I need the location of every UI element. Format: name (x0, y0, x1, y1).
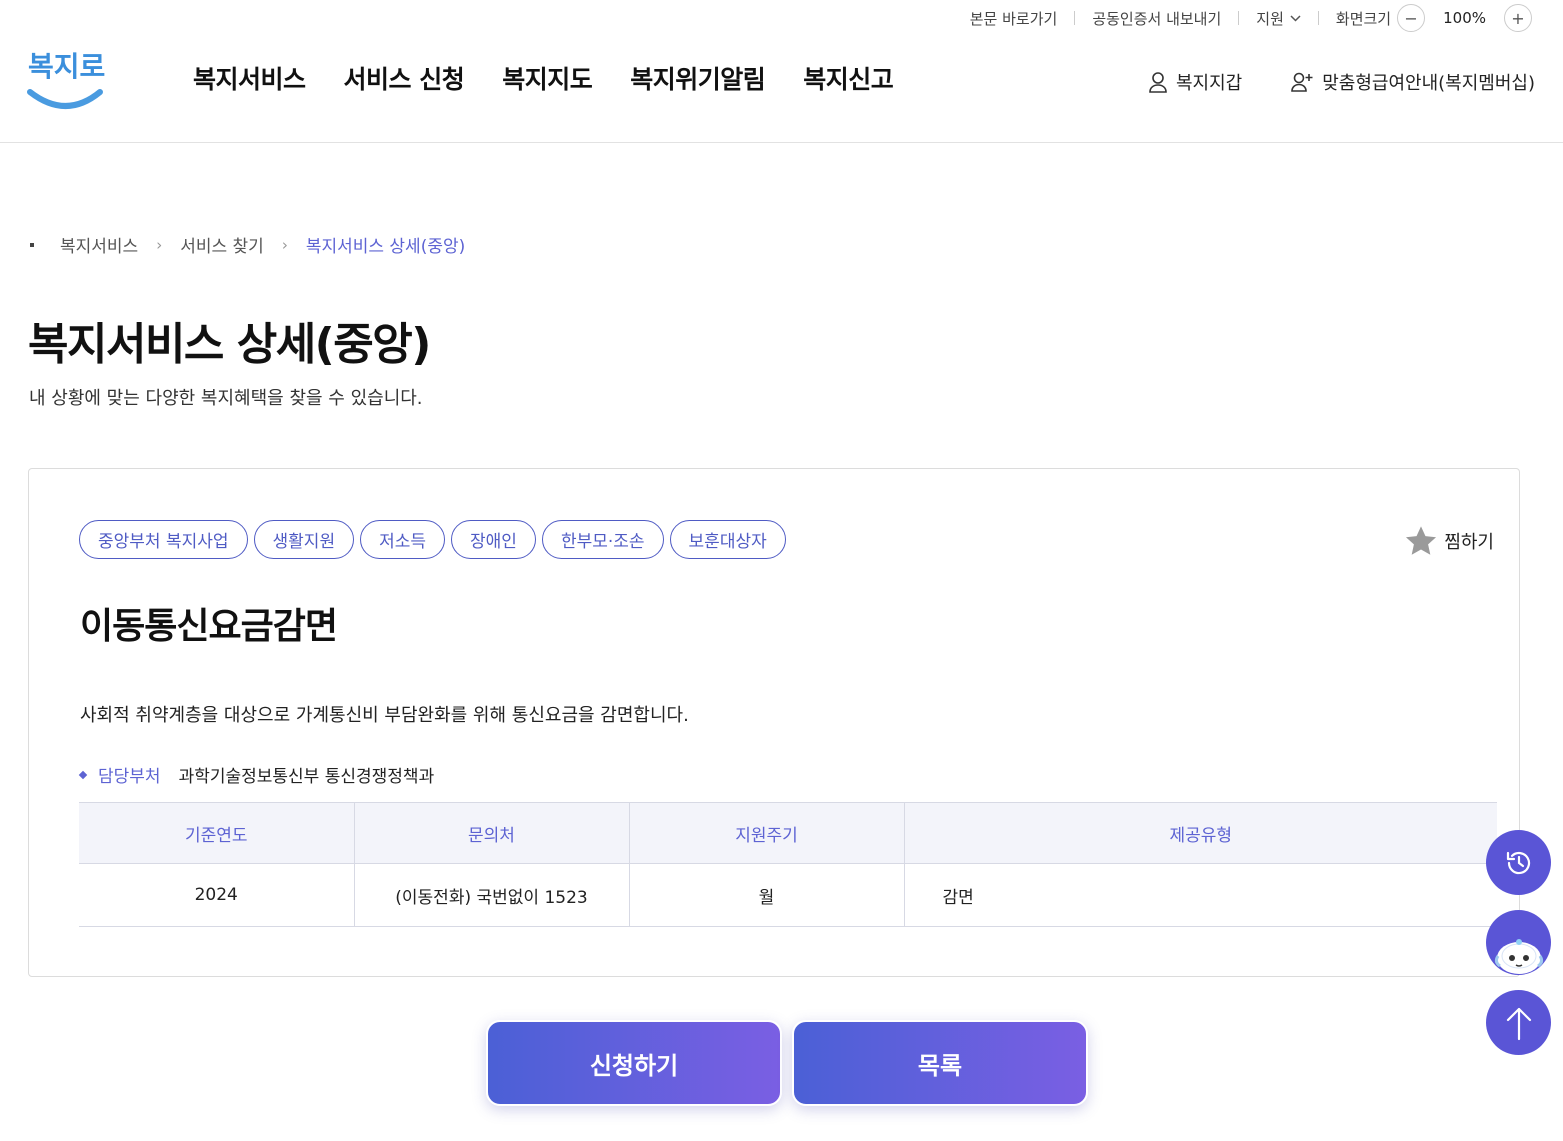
service-info-table: 기준연도 문의처 지원주기 제공유형 2024 (이동전화) 국번없이 1523… (79, 802, 1497, 927)
header-user-links: 복지지갑 맞춤형급여안내(복지멤버십) (1148, 69, 1535, 95)
scroll-top-button[interactable] (1486, 990, 1551, 1055)
th-support-cycle: 지원주기 (629, 802, 905, 864)
membership-label: 맞춤형급여안내(복지멤버십) (1322, 73, 1535, 94)
th-provision-type: 제공유형 (904, 802, 1497, 864)
membership-link[interactable]: 맞춤형급여안내(복지멤버십) (1290, 69, 1535, 95)
user-add-icon (1291, 72, 1313, 92)
site-logo[interactable]: 복지로 (26, 42, 106, 112)
page-title: 복지서비스 상세(중앙) (28, 319, 431, 370)
screen-size-control: 화면크기 − 100% + (1319, 4, 1549, 32)
region-label: 지원 (1256, 9, 1284, 28)
skip-to-content-link[interactable]: 본문 바로가기 (953, 8, 1075, 29)
svg-text:복지로: 복지로 (28, 50, 105, 83)
main-nav: 복지서비스 서비스 신청 복지지도 복지위기알림 복지신고 (193, 60, 894, 96)
service-tags: 중앙부처 복지사업 생활지원 저소득 장애인 한부모·조손 보훈대상자 (79, 520, 786, 559)
utility-bar: 본문 바로가기 공동인증서 내보내기 지원 화면크기 − 100% + (953, 0, 1549, 36)
tag-single-parent[interactable]: 한부모·조손 (541, 520, 664, 559)
bokjiro-logo-icon: 복지로 (27, 50, 105, 109)
favorite-label: 찜하기 (1444, 532, 1494, 553)
chevron-right-icon: › (281, 235, 288, 254)
welfare-wallet-label: 복지지갑 (1175, 73, 1243, 94)
tag-low-income[interactable]: 저소득 (360, 520, 446, 559)
td-support-cycle: 월 (629, 863, 905, 927)
nav-welfare-report[interactable]: 복지신고 (803, 60, 894, 96)
zoom-value: 100% (1443, 9, 1486, 27)
tag-disabled[interactable]: 장애인 (451, 520, 536, 559)
department-value: 과학기술정보통신부 통신경쟁정책과 (178, 767, 435, 787)
table-row: 2024 (이동전화) 국번없이 1523 월 감면 (79, 863, 1497, 927)
chatbot-button[interactable] (1486, 910, 1551, 975)
favorite-button[interactable]: 찜하기 (1404, 525, 1494, 557)
service-description: 사회적 취약계층을 대상으로 가계통신비 부담완화를 위해 통신요금을 감면합니… (80, 705, 689, 726)
zoom-out-button[interactable]: − (1397, 4, 1426, 32)
diamond-bullet-icon (78, 770, 88, 779)
star-icon (1406, 526, 1437, 555)
th-contact: 문의처 (354, 802, 630, 864)
table-header-row: 기준연도 문의처 지원주기 제공유형 (79, 802, 1497, 864)
user-icon (1149, 72, 1167, 93)
tag-living-support[interactable]: 생활지원 (253, 520, 355, 559)
list-button[interactable]: 목록 (792, 1020, 1088, 1106)
tag-central-ministry[interactable]: 중앙부처 복지사업 (79, 520, 248, 559)
zoom-in-button[interactable]: + (1504, 4, 1532, 32)
department-info: 담당부처 과학기술정보통신부 통신경쟁정책과 (78, 762, 435, 787)
arrow-up-icon (1506, 1007, 1531, 1040)
service-title: 이동통신요금감면 (80, 606, 338, 647)
welfare-wallet-link[interactable]: 복지지갑 (1148, 69, 1242, 95)
history-icon (1506, 851, 1530, 874)
td-base-year: 2024 (79, 863, 355, 927)
th-base-year: 기준연도 (79, 802, 355, 864)
recent-history-button[interactable] (1486, 830, 1551, 895)
chatbot-mascot-icon (1494, 939, 1544, 974)
department-label: 담당부처 (98, 767, 161, 787)
page-description: 내 상황에 맞는 다양한 복지혜택을 찾을 수 있습니다. (29, 388, 423, 409)
site-header: 복지로 복지서비스 서비스 신청 복지지도 복지위기알림 복지신고 복지지갑 맞… (0, 36, 1563, 143)
nav-crisis-alert[interactable]: 복지위기알림 (630, 60, 766, 96)
action-buttons: 신청하기 목록 (486, 1020, 1088, 1106)
nav-service-apply[interactable]: 서비스 신청 (344, 60, 465, 96)
home-bullet-icon (30, 242, 34, 247)
tag-veterans[interactable]: 보훈대상자 (669, 520, 786, 559)
nav-welfare-map[interactable]: 복지지도 (502, 60, 593, 96)
td-provision-type: 감면 (904, 863, 1497, 927)
breadcrumb-service-search[interactable]: 서비스 찾기 (180, 232, 264, 257)
region-dropdown[interactable]: 지원 (1239, 8, 1318, 29)
chevron-right-icon: › (156, 235, 163, 254)
chevron-down-icon (1290, 14, 1301, 22)
breadcrumb-current: 복지서비스 상세(중앙) (305, 237, 466, 257)
apply-button[interactable]: 신청하기 (486, 1020, 782, 1106)
nav-welfare-service[interactable]: 복지서비스 (193, 60, 306, 96)
breadcrumb-welfare-service[interactable]: 복지서비스 (60, 232, 138, 257)
breadcrumb: 복지서비스 › 서비스 찾기 › 복지서비스 상세(중앙) (30, 232, 465, 257)
cert-export-link[interactable]: 공동인증서 내보내기 (1075, 8, 1238, 29)
td-contact: (이동전화) 국번없이 1523 (354, 863, 630, 927)
screen-size-label: 화면크기 (1335, 9, 1392, 28)
service-detail-card: 중앙부처 복지사업 생활지원 저소득 장애인 한부모·조손 보훈대상자 찜하기 … (28, 468, 1520, 977)
